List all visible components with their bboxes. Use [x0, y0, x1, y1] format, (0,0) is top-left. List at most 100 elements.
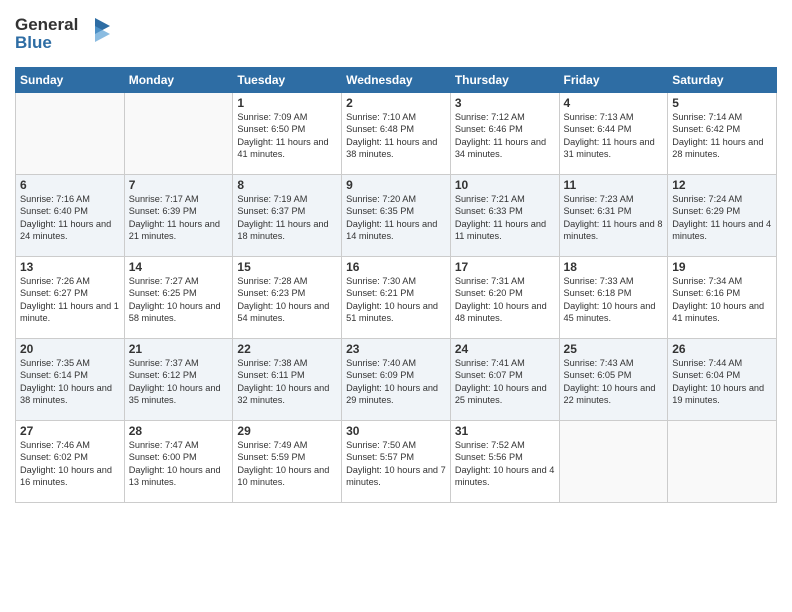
calendar-cell: 12Sunrise: 7:24 AM Sunset: 6:29 PM Dayli…	[668, 175, 777, 257]
calendar-cell: 28Sunrise: 7:47 AM Sunset: 6:00 PM Dayli…	[124, 421, 233, 503]
day-number: 7	[129, 178, 229, 192]
day-info: Sunrise: 7:27 AM Sunset: 6:25 PM Dayligh…	[129, 275, 229, 325]
calendar-cell: 26Sunrise: 7:44 AM Sunset: 6:04 PM Dayli…	[668, 339, 777, 421]
day-info: Sunrise: 7:47 AM Sunset: 6:00 PM Dayligh…	[129, 439, 229, 489]
day-info: Sunrise: 7:13 AM Sunset: 6:44 PM Dayligh…	[564, 111, 664, 161]
day-info: Sunrise: 7:41 AM Sunset: 6:07 PM Dayligh…	[455, 357, 555, 407]
day-number: 28	[129, 424, 229, 438]
day-info: Sunrise: 7:23 AM Sunset: 6:31 PM Dayligh…	[564, 193, 664, 243]
calendar-cell: 24Sunrise: 7:41 AM Sunset: 6:07 PM Dayli…	[450, 339, 559, 421]
day-number: 30	[346, 424, 446, 438]
calendar-cell: 4Sunrise: 7:13 AM Sunset: 6:44 PM Daylig…	[559, 93, 668, 175]
calendar-cell: 13Sunrise: 7:26 AM Sunset: 6:27 PM Dayli…	[16, 257, 125, 339]
calendar-cell	[124, 93, 233, 175]
page: General Blue SundayMondayTuesdayWednesda…	[0, 0, 792, 612]
day-number: 3	[455, 96, 555, 110]
weekday-header-thursday: Thursday	[450, 68, 559, 93]
calendar-cell: 8Sunrise: 7:19 AM Sunset: 6:37 PM Daylig…	[233, 175, 342, 257]
calendar: SundayMondayTuesdayWednesdayThursdayFrid…	[15, 67, 777, 503]
header: General Blue	[15, 10, 777, 59]
day-info: Sunrise: 7:16 AM Sunset: 6:40 PM Dayligh…	[20, 193, 120, 243]
day-info: Sunrise: 7:19 AM Sunset: 6:37 PM Dayligh…	[237, 193, 337, 243]
calendar-cell: 21Sunrise: 7:37 AM Sunset: 6:12 PM Dayli…	[124, 339, 233, 421]
day-number: 14	[129, 260, 229, 274]
day-number: 15	[237, 260, 337, 274]
week-row-3: 13Sunrise: 7:26 AM Sunset: 6:27 PM Dayli…	[16, 257, 777, 339]
calendar-cell: 2Sunrise: 7:10 AM Sunset: 6:48 PM Daylig…	[342, 93, 451, 175]
weekday-header-friday: Friday	[559, 68, 668, 93]
day-number: 16	[346, 260, 446, 274]
day-info: Sunrise: 7:17 AM Sunset: 6:39 PM Dayligh…	[129, 193, 229, 243]
day-number: 10	[455, 178, 555, 192]
weekday-header-row: SundayMondayTuesdayWednesdayThursdayFrid…	[16, 68, 777, 93]
day-number: 19	[672, 260, 772, 274]
calendar-cell: 14Sunrise: 7:27 AM Sunset: 6:25 PM Dayli…	[124, 257, 233, 339]
day-number: 2	[346, 96, 446, 110]
week-row-1: 1Sunrise: 7:09 AM Sunset: 6:50 PM Daylig…	[16, 93, 777, 175]
day-info: Sunrise: 7:34 AM Sunset: 6:16 PM Dayligh…	[672, 275, 772, 325]
day-info: Sunrise: 7:14 AM Sunset: 6:42 PM Dayligh…	[672, 111, 772, 161]
day-info: Sunrise: 7:37 AM Sunset: 6:12 PM Dayligh…	[129, 357, 229, 407]
day-info: Sunrise: 7:38 AM Sunset: 6:11 PM Dayligh…	[237, 357, 337, 407]
day-info: Sunrise: 7:09 AM Sunset: 6:50 PM Dayligh…	[237, 111, 337, 161]
weekday-header-tuesday: Tuesday	[233, 68, 342, 93]
day-info: Sunrise: 7:43 AM Sunset: 6:05 PM Dayligh…	[564, 357, 664, 407]
week-row-5: 27Sunrise: 7:46 AM Sunset: 6:02 PM Dayli…	[16, 421, 777, 503]
day-number: 27	[20, 424, 120, 438]
calendar-cell: 20Sunrise: 7:35 AM Sunset: 6:14 PM Dayli…	[16, 339, 125, 421]
calendar-cell: 15Sunrise: 7:28 AM Sunset: 6:23 PM Dayli…	[233, 257, 342, 339]
day-number: 17	[455, 260, 555, 274]
calendar-cell: 10Sunrise: 7:21 AM Sunset: 6:33 PM Dayli…	[450, 175, 559, 257]
week-row-2: 6Sunrise: 7:16 AM Sunset: 6:40 PM Daylig…	[16, 175, 777, 257]
day-number: 4	[564, 96, 664, 110]
day-info: Sunrise: 7:24 AM Sunset: 6:29 PM Dayligh…	[672, 193, 772, 243]
day-info: Sunrise: 7:33 AM Sunset: 6:18 PM Dayligh…	[564, 275, 664, 325]
day-number: 1	[237, 96, 337, 110]
calendar-cell: 6Sunrise: 7:16 AM Sunset: 6:40 PM Daylig…	[16, 175, 125, 257]
day-number: 6	[20, 178, 120, 192]
calendar-cell: 23Sunrise: 7:40 AM Sunset: 6:09 PM Dayli…	[342, 339, 451, 421]
day-number: 24	[455, 342, 555, 356]
svg-text:Blue: Blue	[15, 33, 52, 52]
calendar-cell: 29Sunrise: 7:49 AM Sunset: 5:59 PM Dayli…	[233, 421, 342, 503]
day-number: 11	[564, 178, 664, 192]
day-number: 21	[129, 342, 229, 356]
day-info: Sunrise: 7:44 AM Sunset: 6:04 PM Dayligh…	[672, 357, 772, 407]
day-info: Sunrise: 7:20 AM Sunset: 6:35 PM Dayligh…	[346, 193, 446, 243]
day-number: 9	[346, 178, 446, 192]
calendar-cell: 31Sunrise: 7:52 AM Sunset: 5:56 PM Dayli…	[450, 421, 559, 503]
day-number: 13	[20, 260, 120, 274]
calendar-cell: 25Sunrise: 7:43 AM Sunset: 6:05 PM Dayli…	[559, 339, 668, 421]
day-number: 26	[672, 342, 772, 356]
calendar-cell: 16Sunrise: 7:30 AM Sunset: 6:21 PM Dayli…	[342, 257, 451, 339]
week-row-4: 20Sunrise: 7:35 AM Sunset: 6:14 PM Dayli…	[16, 339, 777, 421]
calendar-cell: 22Sunrise: 7:38 AM Sunset: 6:11 PM Dayli…	[233, 339, 342, 421]
day-number: 5	[672, 96, 772, 110]
day-number: 18	[564, 260, 664, 274]
calendar-cell: 5Sunrise: 7:14 AM Sunset: 6:42 PM Daylig…	[668, 93, 777, 175]
day-info: Sunrise: 7:12 AM Sunset: 6:46 PM Dayligh…	[455, 111, 555, 161]
day-info: Sunrise: 7:35 AM Sunset: 6:14 PM Dayligh…	[20, 357, 120, 407]
day-number: 23	[346, 342, 446, 356]
calendar-cell: 9Sunrise: 7:20 AM Sunset: 6:35 PM Daylig…	[342, 175, 451, 257]
logo-text: General Blue	[15, 10, 125, 59]
day-info: Sunrise: 7:49 AM Sunset: 5:59 PM Dayligh…	[237, 439, 337, 489]
day-info: Sunrise: 7:26 AM Sunset: 6:27 PM Dayligh…	[20, 275, 120, 325]
calendar-cell	[559, 421, 668, 503]
weekday-header-wednesday: Wednesday	[342, 68, 451, 93]
day-info: Sunrise: 7:31 AM Sunset: 6:20 PM Dayligh…	[455, 275, 555, 325]
day-info: Sunrise: 7:28 AM Sunset: 6:23 PM Dayligh…	[237, 275, 337, 325]
weekday-header-sunday: Sunday	[16, 68, 125, 93]
day-number: 29	[237, 424, 337, 438]
day-number: 25	[564, 342, 664, 356]
calendar-cell: 3Sunrise: 7:12 AM Sunset: 6:46 PM Daylig…	[450, 93, 559, 175]
calendar-cell: 19Sunrise: 7:34 AM Sunset: 6:16 PM Dayli…	[668, 257, 777, 339]
weekday-header-saturday: Saturday	[668, 68, 777, 93]
calendar-cell: 7Sunrise: 7:17 AM Sunset: 6:39 PM Daylig…	[124, 175, 233, 257]
day-number: 31	[455, 424, 555, 438]
day-info: Sunrise: 7:46 AM Sunset: 6:02 PM Dayligh…	[20, 439, 120, 489]
calendar-cell: 1Sunrise: 7:09 AM Sunset: 6:50 PM Daylig…	[233, 93, 342, 175]
day-number: 20	[20, 342, 120, 356]
logo: General Blue	[15, 10, 125, 59]
day-info: Sunrise: 7:52 AM Sunset: 5:56 PM Dayligh…	[455, 439, 555, 489]
